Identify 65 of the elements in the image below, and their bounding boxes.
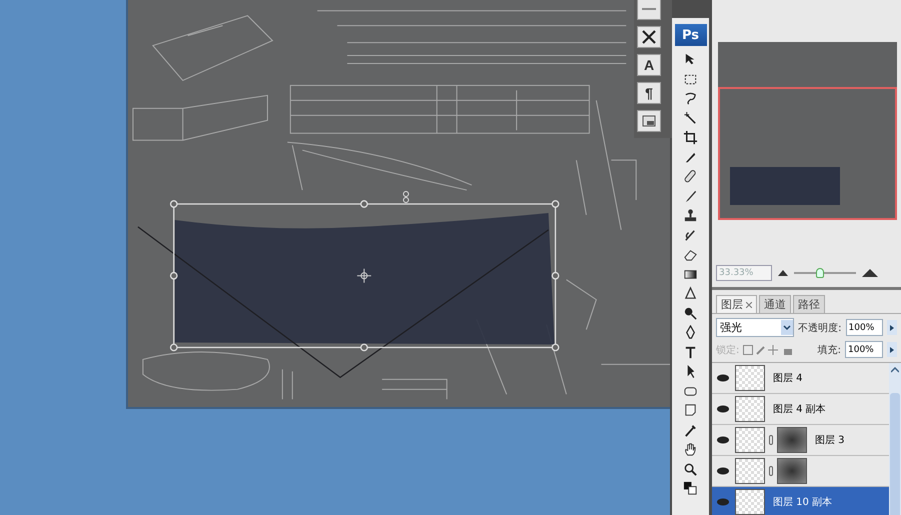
eye-icon[interactable] (717, 405, 729, 413)
play-icon (890, 346, 894, 352)
blend-mode-dropdown[interactable]: 强光 (716, 318, 794, 337)
zoom-in-icon[interactable] (862, 269, 878, 277)
layer-row[interactable] (712, 456, 889, 487)
triangle-icon (683, 286, 698, 302)
crop-tool-icon (683, 130, 698, 146)
layer-row[interactable]: 图层 4 (712, 363, 889, 394)
play-icon (890, 324, 894, 330)
fill-arrow-button[interactable] (887, 342, 897, 357)
layer-thumbnail (735, 427, 765, 453)
lock-label: 锁定: (716, 344, 740, 356)
panel-tab[interactable]: 图层 (716, 295, 757, 313)
layer-thumbnail (735, 396, 765, 422)
link-icon (769, 435, 773, 445)
zoom-out-icon[interactable] (778, 270, 788, 276)
layer-row[interactable]: 图层 10 副本 (712, 487, 889, 515)
opacity-arrow-button[interactable] (887, 320, 898, 335)
pen-tool-icon (683, 325, 698, 340)
link-icon (769, 466, 773, 476)
chevron-icon (781, 320, 794, 335)
opacity-label: 不透明度: (798, 322, 842, 334)
hand-icon (683, 442, 698, 458)
mask-thumbnail (777, 458, 807, 484)
app-logo: Ps (674, 24, 706, 46)
dock-button[interactable] (637, 0, 661, 20)
mask-thumbnail (777, 427, 807, 453)
crossed-tools-icon (641, 29, 657, 45)
eye-icon[interactable] (717, 467, 729, 475)
fill-label: 填充: (818, 344, 841, 356)
eye-icon[interactable] (717, 436, 729, 444)
color-swatch-icon (683, 481, 698, 496)
panel-button[interactable]: ¶ (637, 82, 661, 104)
layout-icon (642, 115, 656, 127)
rotate-cursor-icon (402, 191, 409, 203)
panel-tab[interactable]: 通道 (759, 295, 791, 313)
layer-name: 图层 3 (815, 434, 845, 447)
eyedropper-icon (683, 422, 698, 438)
note-icon (683, 403, 698, 418)
layer-thumbnail (735, 365, 765, 391)
tools-button[interactable] (637, 26, 661, 48)
layer-thumbnail (735, 489, 765, 515)
pivot-icon (356, 268, 372, 284)
opacity-field[interactable]: 100% (846, 319, 884, 336)
dodge-icon (683, 306, 698, 321)
type-tool-icon (683, 344, 698, 360)
eye-icon[interactable] (717, 374, 729, 382)
layout-button[interactable] (637, 110, 661, 132)
close-icon[interactable] (746, 302, 752, 308)
scrollbar[interactable] (889, 363, 901, 515)
zoom-icon (683, 462, 698, 477)
layer-row[interactable]: 图层 4 副本 (712, 394, 889, 425)
panel-tab[interactable]: 路径 (793, 295, 825, 313)
fill-field[interactable]: 100% (845, 341, 883, 358)
brush-icon (683, 188, 698, 204)
layer-name: 图层 10 副本 (773, 496, 832, 509)
layer-name: 图层 4 副本 (773, 402, 826, 416)
panel-button[interactable]: A (637, 54, 661, 76)
layer-name: 图层 4 (773, 372, 803, 385)
layer-row[interactable]: 图层 3 (712, 425, 889, 456)
stamp-icon (683, 208, 698, 224)
layer-thumbnail (735, 458, 765, 484)
lasso-tool-icon (683, 91, 698, 106)
magic-wand-icon (683, 110, 698, 126)
scroll-up-icon[interactable] (891, 367, 899, 373)
